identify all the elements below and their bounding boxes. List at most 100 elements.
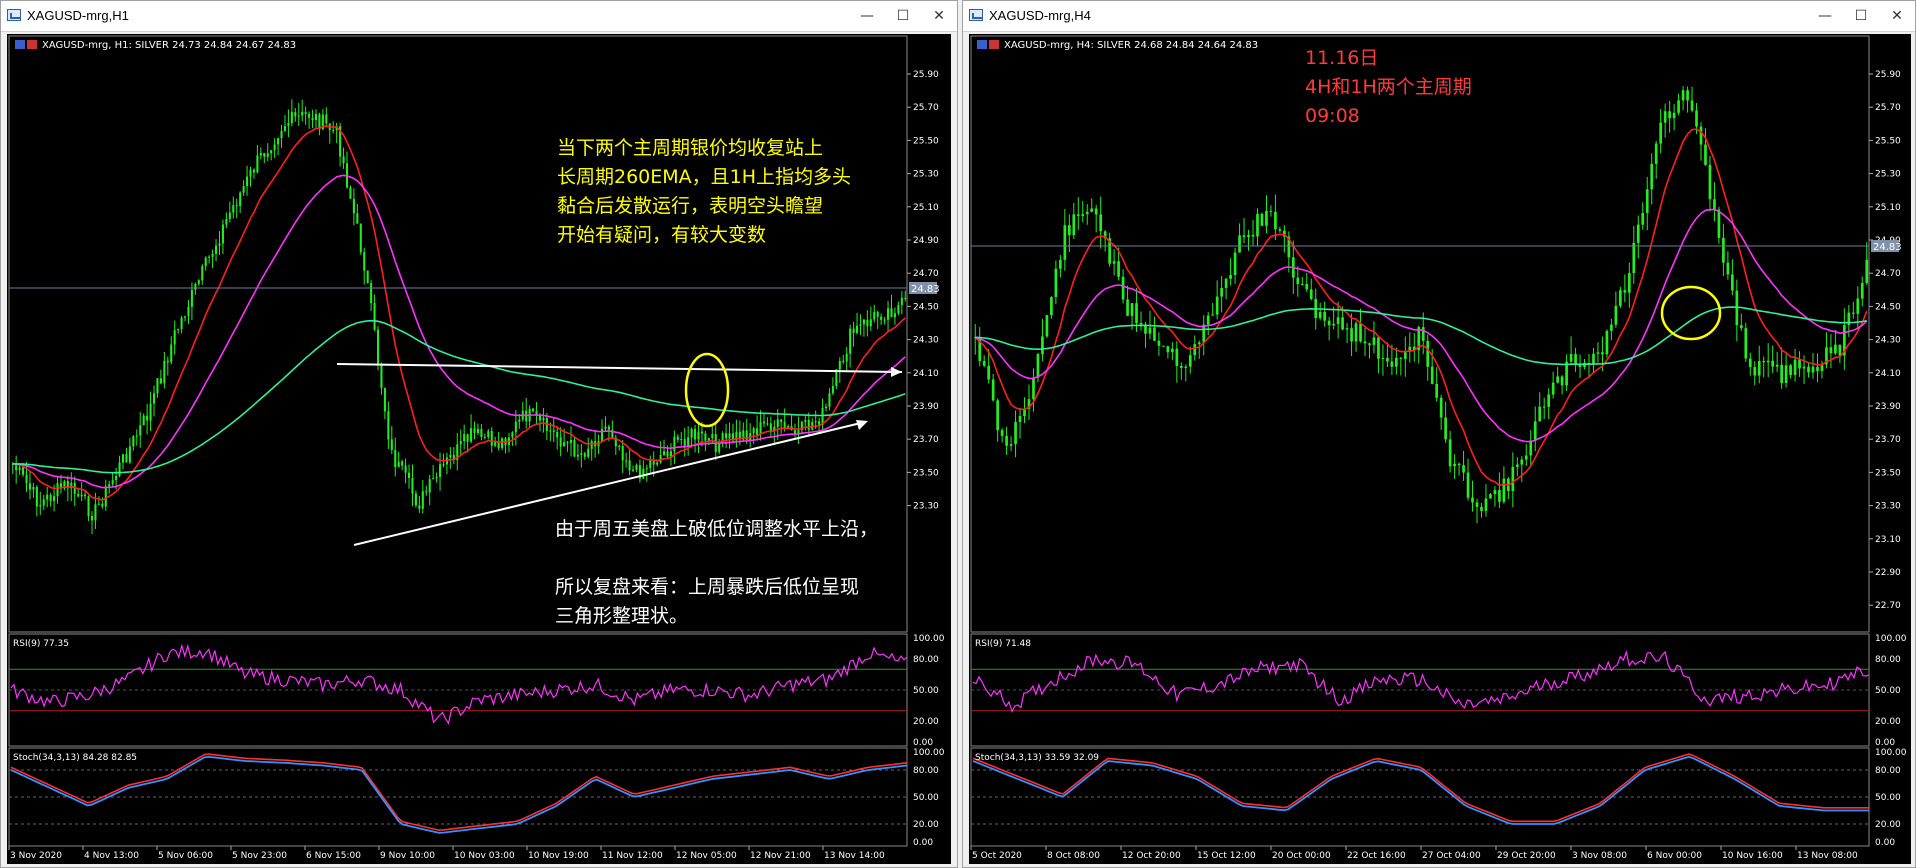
right-window-titlebar[interactable]: XAGUSD-mrg,H4 — ☐ ✕ (963, 1, 1915, 32)
candle-body (152, 393, 156, 404)
time-label: 3 Nov 2020 (10, 851, 62, 861)
candle-body (187, 306, 190, 317)
candle-body (707, 438, 710, 441)
right-chart-area[interactable]: 25.9025.7025.5025.3025.1024.9024.7024.50… (969, 34, 1911, 868)
candle-body (183, 316, 187, 318)
candle-body (256, 155, 259, 173)
right-chart-svg[interactable]: 25.9025.7025.5025.3025.1024.9024.7024.50… (969, 34, 1911, 864)
candle-body (580, 453, 583, 455)
candle-body (645, 467, 648, 469)
candle-body (170, 344, 173, 363)
candle-body (77, 493, 80, 497)
candle-body (842, 360, 845, 362)
candle-body (1350, 328, 1353, 342)
candle-body (1439, 397, 1443, 418)
candle-body (518, 419, 521, 422)
candle-body (390, 439, 393, 450)
candle-body (1614, 305, 1618, 325)
candle-body (487, 430, 490, 438)
osc-level-label: 80.00 (913, 655, 939, 665)
candle-body (1838, 344, 1842, 356)
candle-body (1860, 282, 1864, 299)
candle-body (1766, 360, 1770, 363)
close-icon[interactable]: ✕ (1879, 1, 1915, 31)
candle-body (1592, 353, 1595, 364)
price-label: 25.50 (1875, 136, 1901, 146)
candle-body (1448, 439, 1452, 467)
candle-body (1184, 366, 1188, 368)
candle-body (1726, 262, 1730, 275)
candle-body (1574, 354, 1577, 365)
candle-body (1493, 489, 1497, 495)
price-label: 24.50 (913, 302, 939, 312)
candle-body (1130, 303, 1134, 316)
candle-body (294, 112, 297, 117)
candle-body (470, 428, 473, 442)
candle-body (663, 451, 666, 455)
candle-body (1695, 110, 1698, 127)
candle-body (1596, 352, 1600, 354)
time-label: 13 Nov 08:00 (1797, 851, 1858, 861)
left-chart-svg[interactable]: 25.90 25.70 25.50 25.30 25.10 24.90 24.70 24.50… (7, 34, 951, 864)
candle-body (459, 441, 462, 445)
candle-body (818, 421, 821, 425)
candle-body (401, 461, 404, 466)
svg-text:由于周五美盘上破低位调整水平上沿，: 由于周五美盘上破低位调整水平上沿， (555, 518, 878, 540)
candle-body (404, 465, 407, 473)
time-label: 3 Nov 08:00 (1572, 851, 1627, 861)
candle-body (1538, 406, 1542, 422)
left-window-titlebar[interactable]: XAGUSD-mrg,H1 — ☐ ✕ (1, 1, 957, 32)
candle-body (135, 435, 138, 437)
candle-body (1309, 289, 1313, 300)
time-label: 5 Nov 06:00 (158, 851, 213, 861)
time-label: 12 Nov 21:00 (750, 851, 811, 861)
candle-body (1171, 348, 1174, 353)
candle-body (156, 378, 159, 394)
candle-body (1229, 274, 1232, 279)
candle-body (1390, 361, 1394, 367)
time-label: 5 Nov 23:00 (232, 851, 287, 861)
candle-body (1466, 472, 1470, 498)
left-chart-area[interactable]: 25.90 25.70 25.50 25.30 25.10 24.90 24.70 24.50… (7, 34, 951, 868)
candle-body (1426, 340, 1430, 367)
candle-body (318, 114, 321, 130)
candle-body (46, 494, 49, 500)
candle-body (762, 421, 766, 424)
candle-body (897, 304, 900, 314)
candle-body (84, 494, 87, 497)
minimize-icon[interactable]: — (849, 1, 885, 31)
osc-level-label: 80.00 (1875, 766, 1901, 776)
candle-body (1148, 327, 1152, 334)
candle-body (42, 499, 45, 506)
osc-level-label: 0.00 (913, 838, 933, 848)
minimize-icon[interactable]: — (1807, 1, 1843, 31)
price-label: 23.30 (1875, 502, 1901, 512)
candle-body (490, 430, 493, 446)
maximize-icon[interactable]: ☐ (885, 1, 921, 31)
candle-body (566, 442, 569, 444)
candle-body (1036, 354, 1040, 378)
candle-body (211, 253, 214, 257)
candle-body (1256, 213, 1259, 237)
candle-body (1865, 259, 1869, 283)
candle-body (862, 319, 865, 325)
price-label: 24.70 (1875, 269, 1901, 279)
candle-body (473, 428, 476, 433)
close-icon[interactable]: ✕ (921, 1, 957, 31)
candle-body (283, 125, 287, 131)
candle-body (1480, 506, 1483, 511)
price-label: 23.50 (913, 468, 939, 478)
candle-body (1211, 314, 1215, 316)
candle-body (1215, 296, 1219, 315)
price-label: 25.10 (1875, 203, 1901, 213)
candle-body (297, 115, 300, 117)
candle-body (1475, 502, 1479, 507)
candle-body (776, 419, 779, 427)
candle-body (532, 408, 535, 412)
candle-body (218, 243, 221, 246)
candle-body (1305, 283, 1309, 290)
candle-body (697, 431, 700, 440)
candle-body (352, 198, 355, 214)
candle-body (635, 465, 638, 470)
maximize-icon[interactable]: ☐ (1843, 1, 1879, 31)
